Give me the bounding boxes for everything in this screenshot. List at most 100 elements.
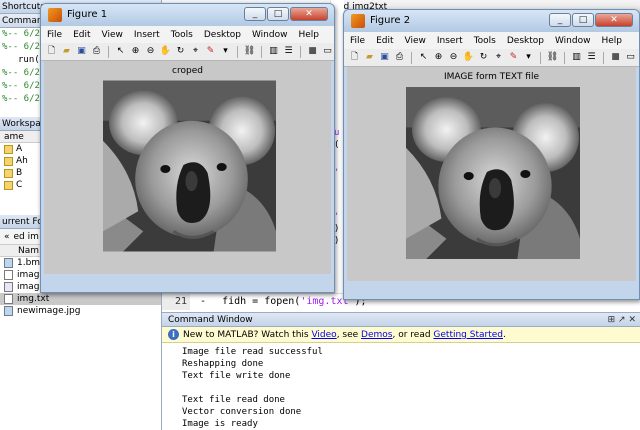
file-item[interactable]: img.txt xyxy=(0,293,161,305)
colorbar-icon[interactable]: ▥ xyxy=(267,45,280,58)
matrix-icon xyxy=(4,156,13,166)
toolbar-separator xyxy=(603,51,604,64)
menu-desktop[interactable]: Desktop xyxy=(507,36,544,46)
menu-insert[interactable]: Insert xyxy=(134,30,160,40)
figure-1-menubar: File Edit View Insert Tools Desktop Wind… xyxy=(41,26,334,43)
toolbar-separator xyxy=(564,51,565,64)
file-item[interactable]: newimage.jpg xyxy=(0,305,161,317)
show-tools-icon[interactable]: ▭ xyxy=(321,45,334,58)
data-cursor-icon[interactable]: ⌖ xyxy=(492,51,505,64)
show-tools-icon[interactable]: ▭ xyxy=(624,51,637,64)
menu-window[interactable]: Window xyxy=(555,36,591,46)
save-icon[interactable]: ▣ xyxy=(378,51,391,64)
menu-view[interactable]: View xyxy=(405,36,426,46)
demos-link[interactable]: Demos xyxy=(361,330,392,340)
zoom-in-icon[interactable]: ⊕ xyxy=(129,45,142,58)
news-text: , or read xyxy=(392,329,434,340)
dropdown-arrow-icon[interactable]: ▾ xyxy=(219,45,232,58)
getting-started-link[interactable]: Getting Started xyxy=(433,330,503,340)
close-icon[interactable]: ✕ xyxy=(595,13,633,27)
maximize-icon[interactable]: □ xyxy=(572,13,594,27)
var-name: A xyxy=(16,144,23,154)
figure-2-titlebar[interactable]: Figure 2 _ □ ✕ xyxy=(344,10,639,32)
zoom-in-icon[interactable]: ⊕ xyxy=(432,51,445,64)
figure-2-axes-title: IMAGE form TEXT file xyxy=(443,72,540,82)
menu-tools[interactable]: Tools xyxy=(171,30,193,40)
pan-icon[interactable]: ✋ xyxy=(462,51,475,64)
menu-file[interactable]: File xyxy=(350,36,365,46)
maximize-icon[interactable]: □ xyxy=(267,7,289,21)
brush-icon[interactable]: ✎ xyxy=(204,45,217,58)
command-window[interactable]: Command Window ⊞ ↗ ✕ i New to MATLAB? Wa… xyxy=(162,312,640,430)
rotate-icon[interactable]: ↻ xyxy=(477,51,490,64)
output-line: Vector conversion done xyxy=(182,407,302,417)
folder-path: ed im xyxy=(13,231,39,242)
pointer-icon[interactable]: ↖ xyxy=(114,45,127,58)
line-number: 21 xyxy=(162,294,190,310)
menu-help[interactable]: Help xyxy=(298,30,319,40)
m-file-icon xyxy=(4,282,13,292)
legend-icon[interactable]: ☰ xyxy=(282,45,295,58)
figure-1-toolbar: 🗋 ▰ ▣ ⎙ ↖ ⊕ ⊖ ✋ ↻ ⌖ ✎ ▾ ⛓ ▥ ☰ ■ ▭ xyxy=(41,43,334,61)
menu-file[interactable]: File xyxy=(47,30,62,40)
output-line: Image file read successful xyxy=(182,347,323,357)
command-output[interactable]: Image file read successful Reshapping do… xyxy=(162,343,640,430)
figure-2-toolbar: 🗋 ▰ ▣ ⎙ ↖ ⊕ ⊖ ✋ ↻ ⌖ ✎ ▾ ⛓ ▥ ☰ ■ ▭ xyxy=(344,49,639,67)
figure-2-window[interactable]: Figure 2 _ □ ✕ File Edit View Insert Too… xyxy=(343,9,640,300)
zoom-out-icon[interactable]: ⊖ xyxy=(447,51,460,64)
colorbar-icon[interactable]: ▥ xyxy=(570,51,583,64)
back-icon[interactable]: « xyxy=(4,232,10,242)
open-folder-icon[interactable]: ▰ xyxy=(363,51,376,64)
open-folder-icon[interactable]: ▰ xyxy=(60,45,73,58)
breakpoint-dash[interactable]: - xyxy=(200,296,206,307)
new-file-icon[interactable]: 🗋 xyxy=(45,45,58,58)
pointer-icon[interactable]: ↖ xyxy=(417,51,430,64)
legend-icon[interactable]: ☰ xyxy=(585,51,598,64)
figure-1-titlebar[interactable]: Figure 1 _ □ ✕ xyxy=(41,4,334,26)
image-file-icon xyxy=(4,306,13,316)
menu-insert[interactable]: Insert xyxy=(437,36,463,46)
menu-edit[interactable]: Edit xyxy=(376,36,393,46)
matrix-icon xyxy=(4,168,13,178)
minimize-icon[interactable]: _ xyxy=(549,13,571,27)
var-name: B xyxy=(16,168,23,178)
menu-desktop[interactable]: Desktop xyxy=(204,30,241,40)
matlab-logo-icon xyxy=(351,14,365,28)
save-icon[interactable]: ▣ xyxy=(75,45,88,58)
link-icon[interactable]: ⛓ xyxy=(546,51,559,64)
hide-tools-icon[interactable]: ■ xyxy=(306,45,319,58)
output-line: Reshapping done xyxy=(182,359,264,369)
panel-controls-icon[interactable]: ⊞ ↗ ✕ xyxy=(608,313,636,327)
pan-icon[interactable]: ✋ xyxy=(159,45,172,58)
print-icon[interactable]: ⎙ xyxy=(90,45,103,58)
video-link[interactable]: Video xyxy=(311,330,336,340)
news-text: , see xyxy=(336,329,362,340)
hide-tools-icon[interactable]: ■ xyxy=(609,51,622,64)
print-icon[interactable]: ⎙ xyxy=(393,51,406,64)
toolbar-separator xyxy=(411,51,412,64)
brush-icon[interactable]: ✎ xyxy=(507,51,520,64)
output-line: Text file read done xyxy=(182,395,285,405)
menu-view[interactable]: View xyxy=(102,30,123,40)
menu-tools[interactable]: Tools xyxy=(474,36,496,46)
menu-help[interactable]: Help xyxy=(601,36,622,46)
menu-window[interactable]: Window xyxy=(252,30,288,40)
new-file-icon[interactable]: 🗋 xyxy=(348,51,361,64)
toolbar-separator xyxy=(237,45,238,58)
close-icon[interactable]: ✕ xyxy=(290,7,328,21)
data-cursor-icon[interactable]: ⌖ xyxy=(189,45,202,58)
figure-1-window[interactable]: Figure 1 _ □ ✕ File Edit View Insert Too… xyxy=(40,3,335,293)
output-line: Text file write done xyxy=(182,371,291,381)
figure-2-canvas[interactable]: IMAGE form TEXT file xyxy=(347,67,636,281)
zoom-out-icon[interactable]: ⊖ xyxy=(144,45,157,58)
minimize-icon[interactable]: _ xyxy=(244,7,266,21)
toolbar-separator xyxy=(108,45,109,58)
menu-edit[interactable]: Edit xyxy=(73,30,90,40)
link-icon[interactable]: ⛓ xyxy=(243,45,256,58)
text-file-icon xyxy=(4,294,13,304)
figure-1-canvas[interactable]: croped xyxy=(44,61,331,274)
rotate-icon[interactable]: ↻ xyxy=(174,45,187,58)
dropdown-arrow-icon[interactable]: ▾ xyxy=(522,51,535,64)
command-window-header[interactable]: Command Window ⊞ ↗ ✕ xyxy=(162,313,640,327)
